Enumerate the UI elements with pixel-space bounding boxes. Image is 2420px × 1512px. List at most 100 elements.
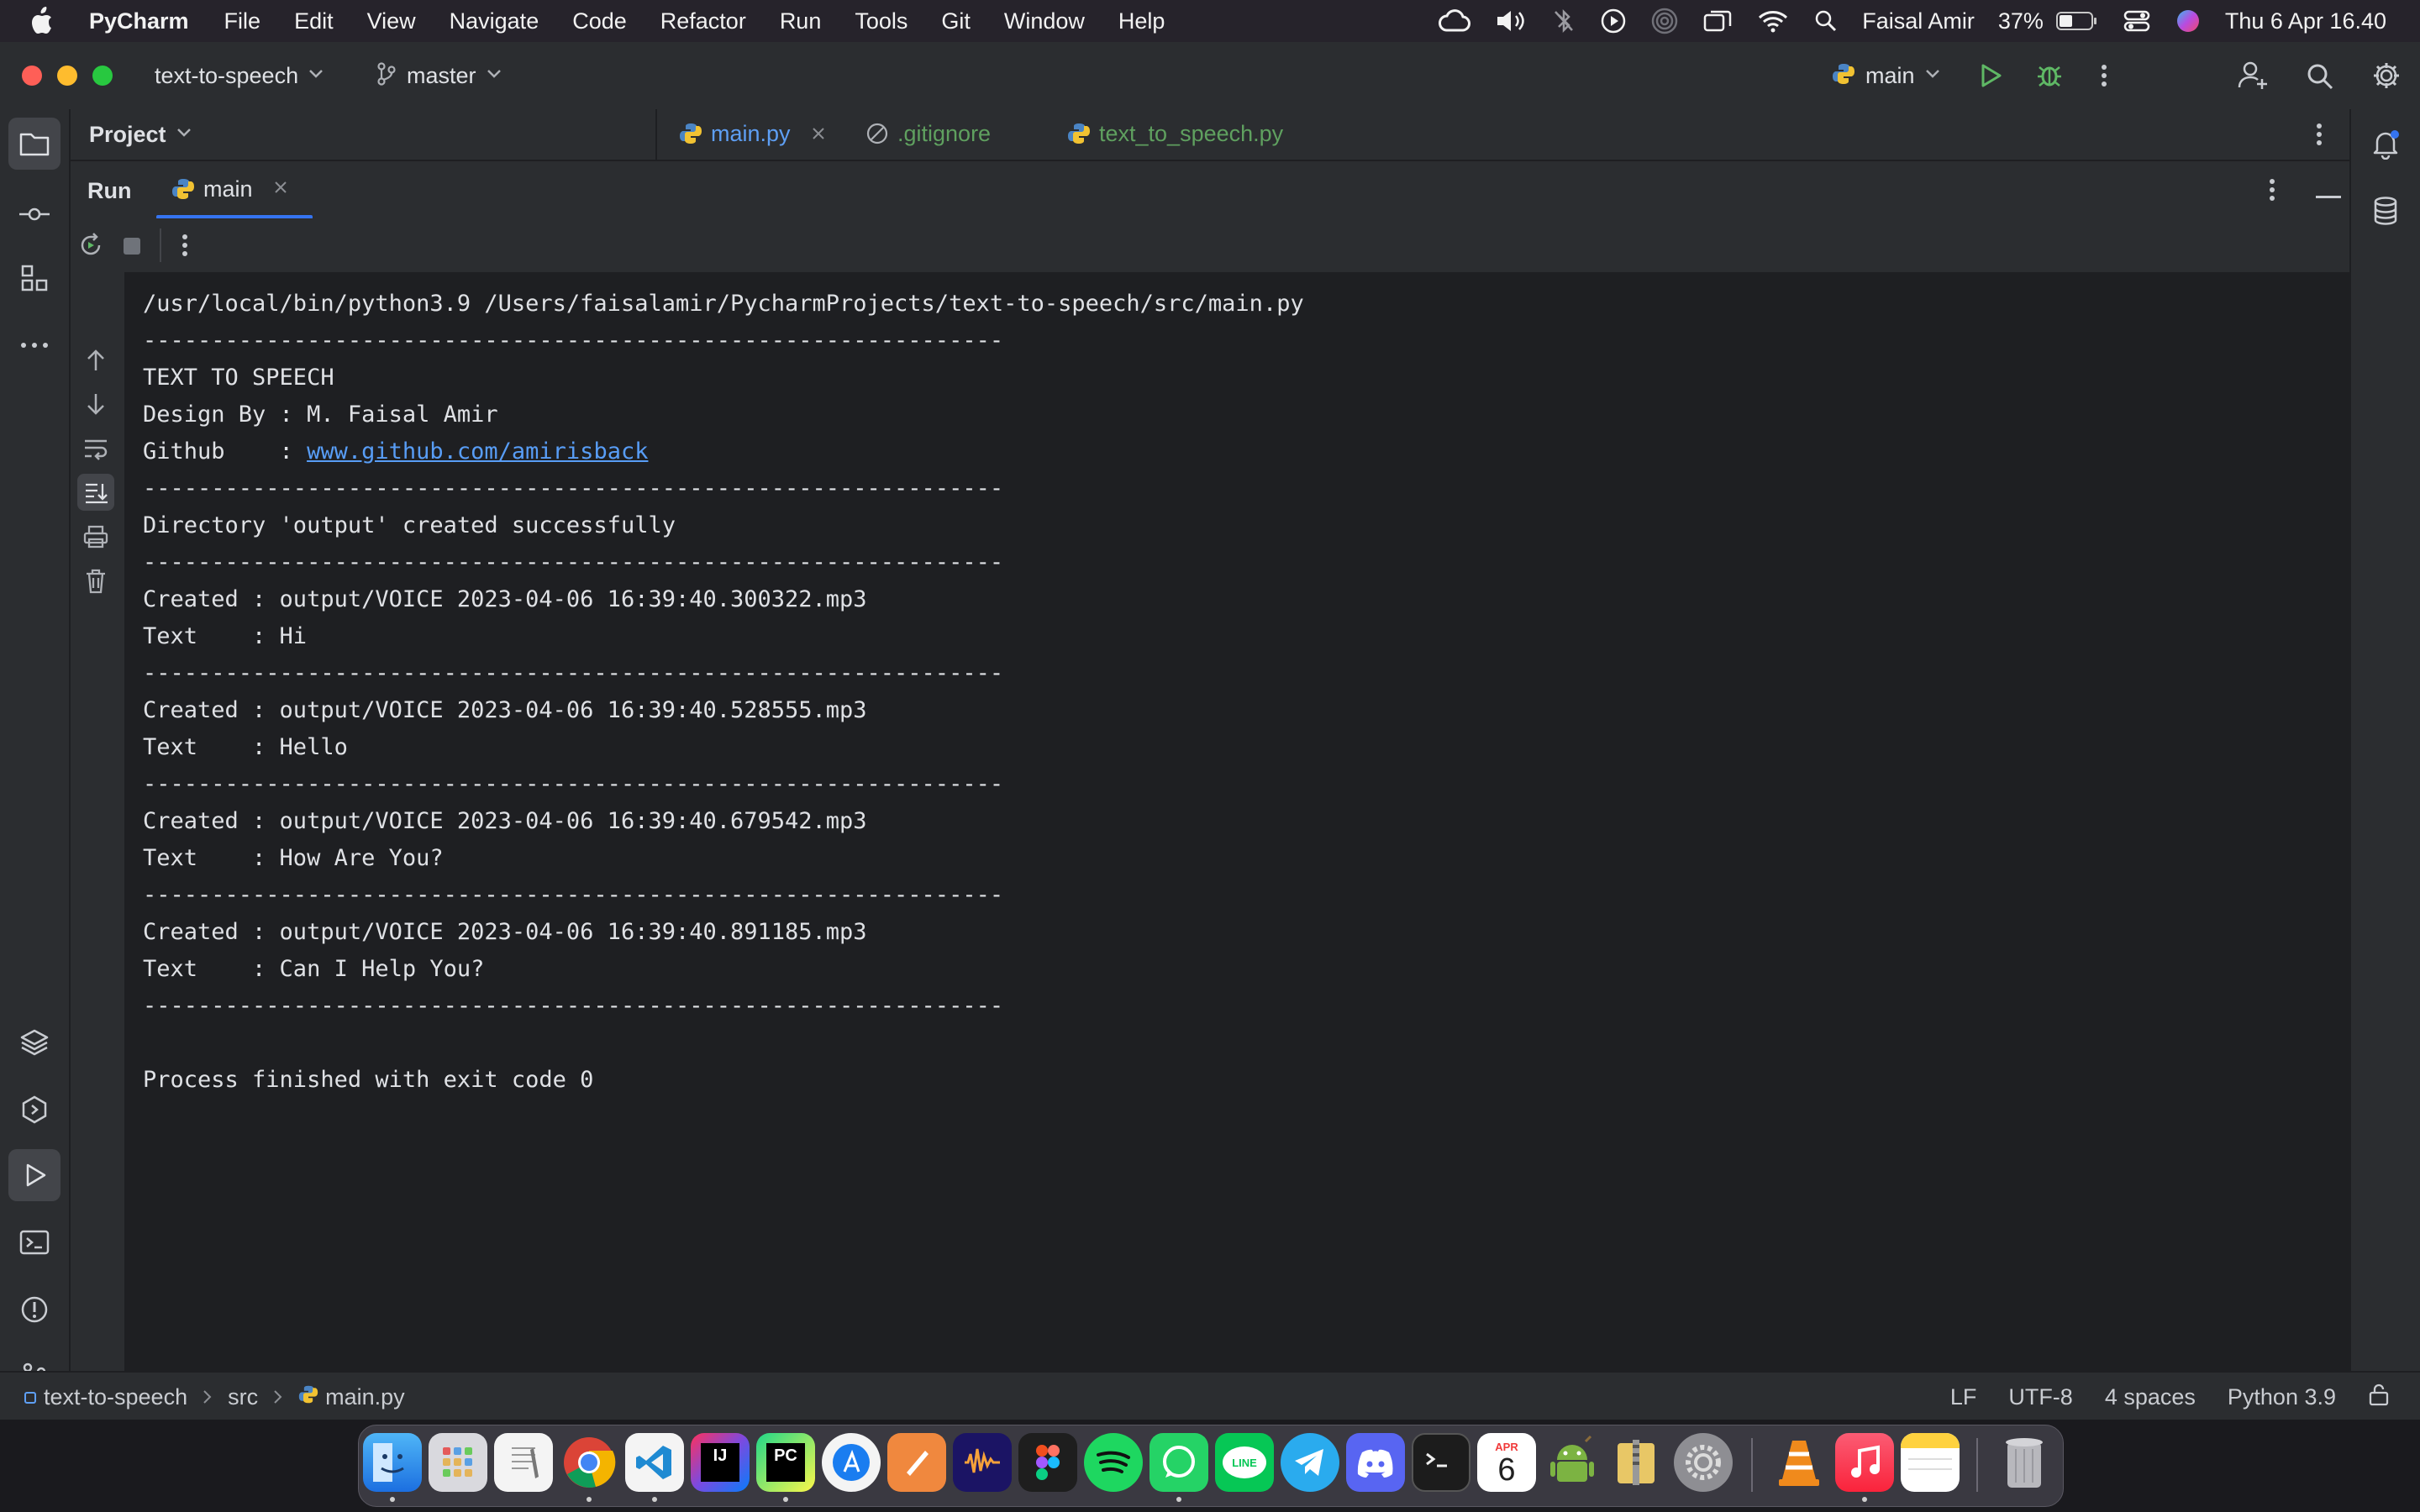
- intellij-icon[interactable]: IJ: [691, 1433, 750, 1492]
- menu-refactor[interactable]: Refactor: [644, 8, 763, 34]
- python-console-tool-button[interactable]: [8, 1084, 60, 1136]
- system-preferences-icon[interactable]: [1674, 1433, 1733, 1492]
- terminal-icon[interactable]: [1412, 1433, 1470, 1492]
- settings-gear-icon[interactable]: [2371, 60, 2402, 95]
- project-panel-header[interactable]: Project: [71, 109, 657, 160]
- stop-icon[interactable]: [123, 237, 141, 260]
- python-packages-tool-button[interactable]: [8, 1016, 60, 1068]
- volume-icon[interactable]: [1494, 8, 1528, 34]
- run-tool-button[interactable]: [8, 1149, 60, 1201]
- control-center-icon[interactable]: [2123, 8, 2151, 34]
- menu-tools[interactable]: Tools: [838, 8, 924, 34]
- notifications-tool-button[interactable]: [2360, 118, 2412, 170]
- run-tab-main[interactable]: main: [171, 161, 288, 217]
- line-separator-widget[interactable]: LF: [1950, 1384, 1977, 1410]
- print-icon[interactable]: [82, 524, 109, 554]
- close-icon[interactable]: [273, 180, 288, 199]
- sketch-icon[interactable]: [887, 1433, 946, 1492]
- figma-icon[interactable]: [1018, 1433, 1077, 1492]
- run-configuration-selector[interactable]: main: [1832, 42, 1940, 109]
- project-switcher[interactable]: text-to-speech: [155, 42, 324, 109]
- user-name[interactable]: Faisal Amir: [1862, 8, 1975, 34]
- trash-icon[interactable]: [1995, 1433, 2054, 1492]
- breadcrumb-file[interactable]: main.py: [325, 1384, 405, 1410]
- app-name-menu[interactable]: PyCharm: [89, 8, 189, 34]
- menu-window[interactable]: Window: [987, 8, 1102, 34]
- add-user-icon[interactable]: [2237, 60, 2269, 95]
- battery-icon[interactable]: [2055, 10, 2099, 32]
- scroll-to-end-icon[interactable]: [77, 474, 114, 511]
- debug-icon[interactable]: [2035, 60, 2064, 93]
- soft-wrap-icon[interactable]: [82, 437, 109, 465]
- encoding-widget[interactable]: UTF-8: [2008, 1384, 2073, 1410]
- run-options-more-vertical-icon[interactable]: [2264, 176, 2281, 207]
- screen-mirroring-icon[interactable]: [1702, 8, 1733, 34]
- vcs-branch-switcher[interactable]: master: [376, 42, 502, 109]
- arrow-up-icon[interactable]: [84, 348, 108, 377]
- pycharm-icon[interactable]: PC: [756, 1433, 815, 1492]
- problems-tool-button[interactable]: [8, 1284, 60, 1336]
- more-tool-windows-button[interactable]: [8, 319, 60, 371]
- datetime[interactable]: Thu 6 Apr 16.40: [2225, 8, 2386, 34]
- database-tool-button[interactable]: [2360, 185, 2412, 237]
- github-link[interactable]: www.github.com/amirisback: [307, 438, 648, 465]
- tab-text-to-speech-py[interactable]: text_to_speech.py: [1067, 109, 1283, 158]
- play-circle-icon[interactable]: [1600, 8, 1627, 34]
- breadcrumb-src[interactable]: src: [228, 1384, 258, 1410]
- close-window-button[interactable]: [22, 66, 42, 86]
- rerun-icon[interactable]: [77, 232, 104, 263]
- spotify-icon[interactable]: [1084, 1433, 1143, 1492]
- music-icon[interactable]: [1835, 1433, 1894, 1492]
- menu-git[interactable]: Git: [924, 8, 987, 34]
- discord-icon[interactable]: [1346, 1433, 1405, 1492]
- vlc-icon[interactable]: [1770, 1433, 1828, 1492]
- breadcrumb-project[interactable]: text-to-speech: [44, 1384, 187, 1410]
- project-tool-button[interactable]: [8, 118, 60, 170]
- textedit-icon[interactable]: [494, 1433, 553, 1492]
- menu-code[interactable]: Code: [555, 8, 644, 34]
- menu-edit[interactable]: Edit: [277, 8, 350, 34]
- android-icon[interactable]: [1543, 1433, 1602, 1492]
- indent-widget[interactable]: 4 spaces: [2105, 1384, 2196, 1410]
- terminal-tool-button[interactable]: [8, 1216, 60, 1268]
- menu-navigate[interactable]: Navigate: [433, 8, 556, 34]
- spotlight-search-icon[interactable]: [1813, 8, 1839, 34]
- menu-view[interactable]: View: [350, 8, 433, 34]
- creative-cloud-icon[interactable]: [1437, 8, 1471, 34]
- telegram-icon[interactable]: [1281, 1433, 1339, 1492]
- notes-icon[interactable]: [1901, 1433, 1960, 1492]
- archive-icon[interactable]: [1608, 1433, 1667, 1492]
- wifi-icon[interactable]: [1756, 8, 1790, 34]
- audition-icon[interactable]: [953, 1433, 1012, 1492]
- trash-icon[interactable]: [84, 568, 108, 599]
- bluetooth-off-icon[interactable]: [1551, 8, 1576, 34]
- menu-file[interactable]: File: [208, 8, 278, 34]
- siri-icon[interactable]: [2175, 8, 2202, 34]
- interpreter-widget[interactable]: Python 3.9: [2228, 1384, 2336, 1410]
- finder-icon[interactable]: [363, 1433, 422, 1492]
- launchpad-icon[interactable]: [429, 1433, 487, 1492]
- apple-menu-icon[interactable]: [29, 7, 74, 35]
- arrow-down-icon[interactable]: [84, 391, 108, 421]
- tab-gitignore[interactable]: .gitignore: [865, 109, 991, 158]
- minimize-window-button[interactable]: [57, 66, 77, 86]
- more-vertical-icon[interactable]: [180, 232, 190, 263]
- tab-main-py[interactable]: main.py: [679, 109, 826, 158]
- minimize-panel-icon[interactable]: [2316, 188, 2341, 203]
- commit-tool-button[interactable]: [8, 188, 60, 240]
- console-output[interactable]: /usr/local/bin/python3.9 /Users/faisalam…: [124, 286, 2349, 1369]
- zoom-window-button[interactable]: [92, 66, 113, 86]
- tabs-more-vertical-icon[interactable]: [2311, 121, 2328, 152]
- more-vertical-icon[interactable]: [2096, 62, 2112, 93]
- airdrop-icon[interactable]: [1650, 7, 1679, 35]
- run-icon[interactable]: [1976, 62, 2003, 93]
- menu-run[interactable]: Run: [763, 8, 839, 34]
- close-icon[interactable]: [811, 121, 826, 147]
- lock-icon[interactable]: [2368, 1383, 2390, 1412]
- xcode-icon[interactable]: [822, 1433, 881, 1492]
- chrome-icon[interactable]: [560, 1433, 618, 1492]
- line-icon[interactable]: LINE: [1215, 1433, 1274, 1492]
- structure-tool-button[interactable]: [8, 252, 60, 304]
- search-icon[interactable]: [2306, 62, 2334, 95]
- menu-help[interactable]: Help: [1102, 8, 1182, 34]
